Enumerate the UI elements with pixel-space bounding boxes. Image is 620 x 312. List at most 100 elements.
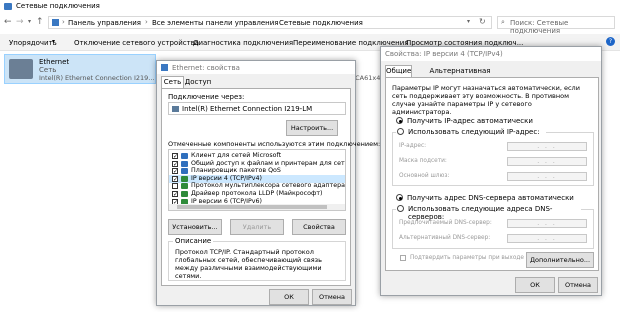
- cancel-button[interactable]: Отмена: [312, 289, 352, 305]
- component-label: Драйвер протокола LLDP (Майкрософт): [191, 190, 323, 197]
- tab-sharing[interactable]: Доступ: [184, 77, 212, 88]
- adapter-ethernet[interactable]: Ethernet Сеть Intel(R) Ethernet Connecti…: [4, 54, 156, 84]
- search-input[interactable]: Поиск: Сетевые подключения ⌕: [497, 16, 615, 35]
- description-title: Описание: [173, 237, 214, 245]
- gateway-field[interactable]: . . .: [507, 172, 587, 181]
- component-label: IP версии 4 (TCP/IPv4): [191, 174, 262, 182]
- scroll-thumb[interactable]: [177, 205, 327, 209]
- adapter-name: Ethernet: [39, 58, 70, 66]
- breadcrumb-separator-icon: ›: [62, 18, 65, 26]
- component-label: Клиент для сетей Microsoft: [191, 152, 282, 159]
- component-icon: [181, 183, 188, 190]
- ok-button[interactable]: ОК: [269, 289, 309, 305]
- recent-dropdown-icon[interactable]: ▾: [28, 18, 31, 25]
- ipv4-properties-dialog: Свойства: IP версии 4 (TCP/IPv4) Общие А…: [380, 46, 602, 296]
- breadcrumb-item-all-items[interactable]: Все элементы панели управления: [152, 19, 279, 27]
- help-icon[interactable]: ?: [606, 37, 615, 46]
- address-bar-row: ← → ▾ ↑ › Панель управления › Все элемен…: [0, 14, 620, 35]
- subnet-field[interactable]: . . .: [507, 157, 587, 166]
- forward-arrow-icon[interactable]: →: [16, 17, 24, 27]
- component-icon: [181, 191, 188, 197]
- validate-label: Подтвердить параметры при выходе: [410, 255, 524, 261]
- validate-checkbox[interactable]: [400, 255, 406, 261]
- network-folder-icon: [4, 3, 12, 10]
- remove-button[interactable]: Удалить: [230, 219, 284, 235]
- refresh-icon[interactable]: ↻: [479, 17, 486, 26]
- ip-auto-option[interactable]: Получить IP-адрес автоматически: [396, 116, 596, 126]
- dialog-title: Ethernet: свойства: [172, 64, 240, 72]
- dialog-titlebar: Свойства: IP версии 4 (TCP/IPv4): [381, 47, 601, 61]
- dns-manual-group: Использовать следующие адреса DNS-сервер…: [392, 204, 594, 249]
- dns-preferred-label: Предпочитаемый DNS-сервер:: [399, 220, 492, 226]
- disable-device-button[interactable]: Отключение сетевого устройства: [74, 39, 199, 47]
- component-icon: [181, 175, 188, 182]
- ip-manual-radio[interactable]: [397, 128, 404, 135]
- component-label: Общий доступ к файлам и принтерам для се…: [191, 159, 346, 167]
- dns-auto-radio[interactable]: [396, 194, 403, 201]
- dialog-title: Свойства: IP версии 4 (TCP/IPv4): [385, 50, 503, 58]
- component-checkbox[interactable]: ✓: [172, 175, 178, 182]
- breadcrumb-separator-icon: ›: [145, 18, 148, 26]
- dialog-titlebar: Ethernet: свойства: [157, 61, 355, 74]
- component-icon: [181, 168, 188, 175]
- dns-alternate-field[interactable]: . . .: [507, 234, 587, 243]
- search-icon: ⌕: [501, 18, 505, 26]
- intro-text: Параметры IP могут назначаться автоматич…: [392, 84, 580, 116]
- breadcrumb-item-network-connections[interactable]: Сетевые подключения: [279, 19, 363, 27]
- connect-via-label: Подключение через:: [168, 93, 245, 101]
- component-checkbox[interactable]: ✓: [172, 168, 178, 175]
- component-icon: [181, 160, 188, 167]
- tab-panel: Подключение через: Intel(R) Ethernet Con…: [161, 88, 380, 286]
- gateway-label: Основной шлюз:: [399, 173, 450, 179]
- diagnose-button[interactable]: Диагностика подключения: [193, 39, 293, 47]
- ip-address-field[interactable]: . . .: [507, 142, 587, 151]
- ip-manual-option[interactable]: Использовать следующий IP-адрес:: [396, 127, 546, 137]
- up-arrow-icon[interactable]: ↑: [36, 17, 44, 27]
- component-checkbox[interactable]: [172, 183, 178, 190]
- dns-auto-option[interactable]: Получить адрес DNS-сервера автоматически: [396, 193, 596, 203]
- back-arrow-icon[interactable]: ←: [4, 17, 12, 27]
- connect-via-value: Intel(R) Ethernet Connection I219-LM: [182, 105, 313, 113]
- dns-alternate-label: Альтернативный DNS-сервер:: [399, 235, 491, 241]
- dns-manual-option[interactable]: Использовать следующие адреса DNS-сервер…: [396, 204, 581, 221]
- cancel-button[interactable]: Отмена: [558, 277, 598, 293]
- component-checkbox[interactable]: ✓: [172, 160, 178, 167]
- tab-network[interactable]: Сеть: [161, 76, 184, 88]
- network-folder-icon: [52, 19, 59, 26]
- component-label: Планировщик пакетов QoS: [191, 167, 281, 175]
- install-button[interactable]: Установить...: [168, 219, 222, 235]
- advanced-button[interactable]: Дополнительно...: [526, 252, 594, 268]
- component-icon: [181, 153, 188, 159]
- tab-general[interactable]: Общие: [385, 65, 412, 77]
- chevron-down-icon: ▾: [52, 38, 56, 45]
- explorer-titlebar: Сетевые подключения: [0, 0, 620, 14]
- breadcrumb[interactable]: › Панель управления › Все элементы панел…: [48, 16, 492, 29]
- breadcrumb-separator-icon: ›: [272, 18, 275, 26]
- component-checkbox[interactable]: ✓: [172, 153, 178, 160]
- ip-auto-label: Получить IP-адрес автоматически: [407, 117, 533, 125]
- search-placeholder: Поиск: Сетевые подключения: [510, 19, 569, 35]
- description-text: Протокол TCP/IP. Стандартный протокол гл…: [175, 248, 322, 280]
- properties-button[interactable]: Свойства: [292, 219, 346, 235]
- network-adapter-icon: [161, 64, 168, 71]
- dns-auto-label: Получить адрес DNS-сервера автоматически: [407, 194, 574, 202]
- organize-button[interactable]: Упорядочить: [9, 39, 57, 47]
- ok-button[interactable]: ОК: [515, 277, 555, 293]
- ethernet-properties-dialog: Ethernet: свойства Сеть Доступ Подключен…: [156, 60, 380, 306]
- connect-via-field: Intel(R) Ethernet Connection I219-LM: [168, 102, 346, 115]
- dns-manual-radio[interactable]: [397, 205, 404, 212]
- breadcrumb-item-control-panel[interactable]: Панель управления: [68, 19, 141, 27]
- configure-button[interactable]: Настроить...: [286, 120, 338, 136]
- component-checkbox[interactable]: ✓: [172, 191, 178, 198]
- subnet-label: Маска подсети:: [399, 158, 447, 164]
- tab-alternate[interactable]: Альтернативная конфигурация: [412, 66, 508, 86]
- tab-panel: Параметры IP могут назначаться автоматич…: [385, 77, 599, 271]
- scrollbar[interactable]: [169, 204, 345, 210]
- components-list[interactable]: ✓ Клиент для сетей Microsoft ✓ Общий доступ…: [168, 149, 346, 211]
- ip-auto-radio[interactable]: [396, 117, 403, 124]
- ip-address-label: IP-адрес:: [399, 143, 427, 149]
- ip-manual-label: Использовать следующий IP-адрес:: [408, 128, 540, 136]
- chevron-down-icon[interactable]: ▾: [467, 18, 470, 25]
- dns-preferred-field[interactable]: . . .: [507, 219, 587, 228]
- components-label: Отмеченные компоненты используются этим …: [168, 140, 381, 148]
